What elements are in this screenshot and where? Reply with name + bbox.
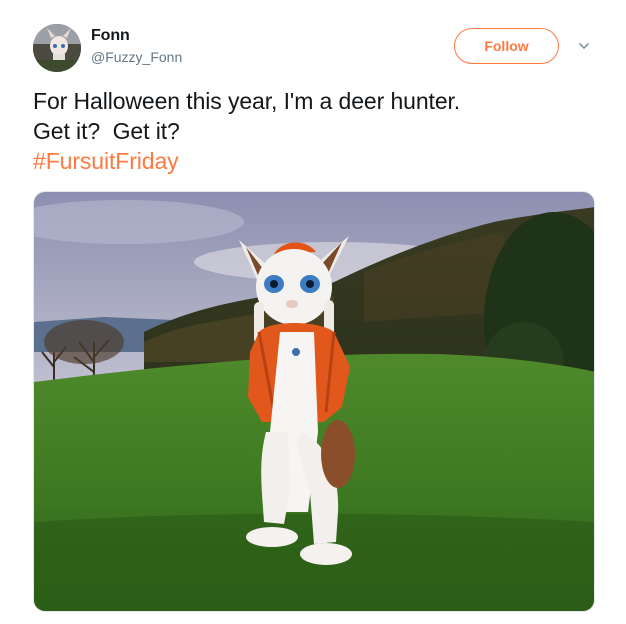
tweet-photo[interactable]	[33, 191, 595, 612]
fursuit-photo	[34, 192, 594, 611]
tweet-text: For Halloween this year, I'm a deer hunt…	[33, 86, 603, 176]
tweet-text-line-2: Get it? Get it?	[33, 118, 180, 144]
tweet-card: Fonn @Fuzzy_Fonn Follow For Halloween th…	[0, 0, 626, 624]
hashtag-link[interactable]: #FursuitFriday	[33, 146, 179, 176]
display-name[interactable]: Fonn	[91, 27, 130, 45]
avatar-image	[33, 24, 81, 72]
chevron-down-icon[interactable]	[574, 36, 594, 56]
avatar[interactable]	[33, 24, 81, 72]
user-handle[interactable]: @Fuzzy_Fonn	[91, 49, 182, 65]
tweet-text-line-1: For Halloween this year, I'm a deer hunt…	[33, 88, 461, 114]
follow-button[interactable]: Follow	[454, 28, 559, 64]
